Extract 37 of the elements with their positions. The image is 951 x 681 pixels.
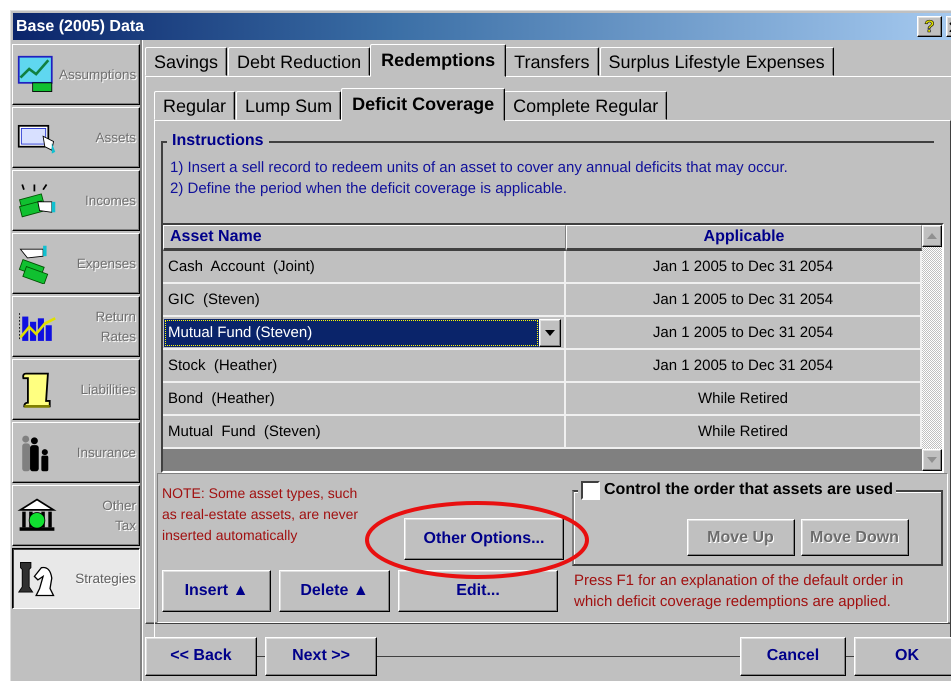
delete-button[interactable]: Delete ▲	[279, 570, 390, 612]
tab[interactable]: Complete Regular	[504, 91, 668, 120]
table-cell: Cash Account (Joint)	[163, 251, 566, 284]
table-cell: GIC (Steven)	[163, 284, 566, 317]
ok-button[interactable]: OK	[854, 636, 951, 676]
table-cell: Mutual Fund (Steven)	[163, 416, 566, 449]
table-cell: While Retired	[566, 416, 922, 449]
table-cell: Bond (Heather)	[163, 383, 566, 416]
instruction-text: 1) Insert a sell record to redeem units of an asset to cover any annual deficits that may occur.	[170, 158, 789, 178]
table-cell: Jan 1 2005 to Dec 31 2054	[566, 251, 922, 284]
back-button[interactable]: << Back	[145, 636, 257, 676]
other-options-button[interactable]: Other Options...	[404, 518, 564, 560]
window-title: Base (2005) Data	[16, 18, 144, 36]
tab[interactable]: Regular	[154, 91, 236, 120]
insert-button[interactable]: Insert ▲	[162, 570, 271, 612]
table-cell: While Retired	[566, 383, 922, 416]
edit-button[interactable]: Edit...	[398, 570, 558, 612]
table-cell: Jan 1 2005 to Dec 31 2054	[566, 317, 922, 350]
note-text: NOTE: Some asset types, such as real-estate assets, are never inserted automatically	[162, 484, 360, 545]
column-header[interactable]: Asset Name	[163, 225, 566, 251]
column-header[interactable]: Applicable	[566, 225, 922, 251]
tab[interactable]: Surplus Lifestyle Expenses	[600, 47, 834, 76]
cancel-button[interactable]: Cancel	[740, 636, 846, 676]
tab[interactable]: Transfers	[505, 47, 598, 76]
tab[interactable]: Deficit Coverage	[341, 88, 506, 121]
instruction-text: 2) Define the period when the deficit coverage is applicable.	[170, 179, 568, 199]
tab[interactable]: Debt Reduction	[228, 47, 370, 76]
tab[interactable]: Redemptions	[370, 44, 506, 77]
help-text: Press F1 for an explanation of the default order in which deficit coverage redemptions are applied.	[573, 571, 904, 612]
table-cell: Stock (Heather)	[163, 350, 566, 383]
table-cell: Jan 1 2005 to Dec 31 2054	[566, 284, 922, 317]
tab[interactable]: Lump Sum	[236, 91, 342, 120]
next-button[interactable]: Next >>	[265, 636, 377, 676]
checkbox[interactable]	[581, 480, 600, 500]
sidebar-item[interactable]: Strategies	[12, 548, 140, 609]
table-cell: Jan 1 2005 to Dec 31 2054	[566, 350, 922, 383]
tab[interactable]: Savings	[145, 47, 228, 76]
